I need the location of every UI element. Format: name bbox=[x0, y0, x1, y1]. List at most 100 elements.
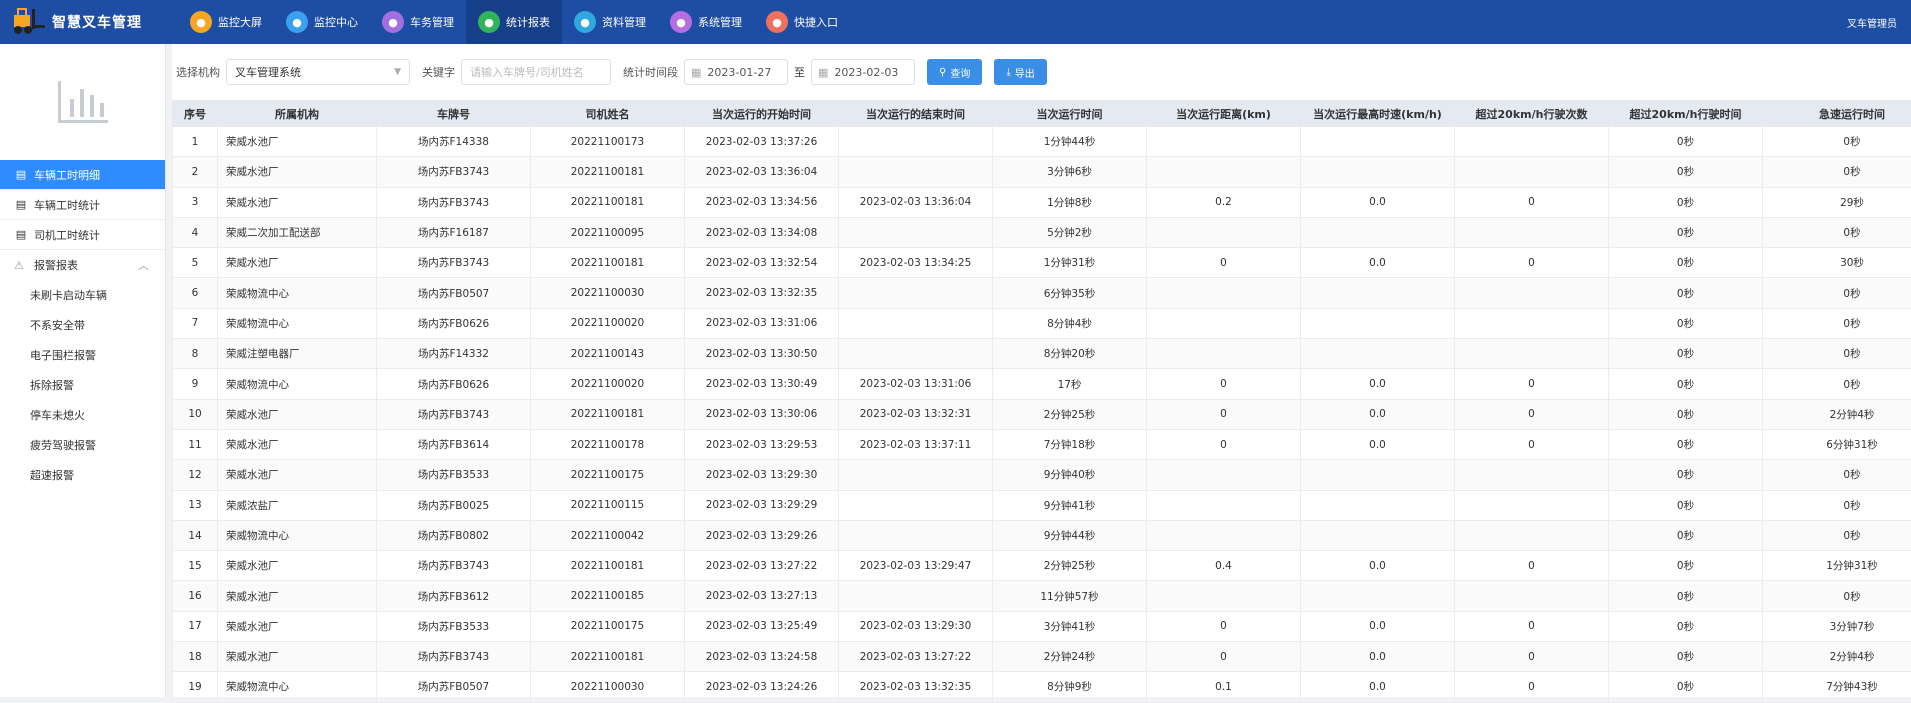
nav-item-label: 监控中心 bbox=[314, 14, 358, 30]
table-row[interactable]: 19荣威物流中心场内苏FB0507202211000302023-02-03 1… bbox=[173, 672, 1911, 702]
table-row[interactable]: 3荣威水池厂场内苏FB3743202211001812023-02-03 13:… bbox=[173, 187, 1911, 217]
table-cell: 荣威水池厂 bbox=[218, 611, 377, 641]
table-row[interactable]: 12荣威水池厂场内苏FB3533202211001752023-02-03 13… bbox=[173, 460, 1911, 490]
table-row[interactable]: 4荣威二次加工配送部场内苏F16187202211000952023-02-03… bbox=[173, 217, 1911, 247]
date-to-input[interactable]: ▦ 2023-02-03 bbox=[811, 59, 915, 85]
table-cell: 0秒 bbox=[1763, 581, 1911, 611]
sidebar-item-0[interactable]: ▤车辆工时明细 bbox=[0, 160, 165, 190]
nav-item-4[interactable]: ●资料管理 bbox=[562, 0, 658, 44]
table-row[interactable]: 2荣威水池厂场内苏FB3743202211001812023-02-03 13:… bbox=[173, 157, 1911, 187]
table-cell: 0秒 bbox=[1609, 369, 1763, 399]
table-row[interactable]: 17荣威水池厂场内苏FB3533202211001752023-02-03 13… bbox=[173, 611, 1911, 641]
column-header[interactable]: 超过20km/h行驶时间 bbox=[1609, 101, 1763, 127]
table-cell bbox=[1455, 157, 1609, 187]
nav-item-2[interactable]: ●车务管理 bbox=[370, 0, 466, 44]
table-cell: 3分钟6秒 bbox=[993, 157, 1147, 187]
table-cell: 0.0 bbox=[1301, 429, 1455, 459]
column-header[interactable]: 当次运行的开始时间 bbox=[685, 101, 839, 127]
table-cell: 8分钟20秒 bbox=[993, 339, 1147, 369]
nav-item-label: 车务管理 bbox=[410, 14, 454, 30]
sidebar-subitem-1[interactable]: 不系安全带 bbox=[0, 310, 165, 340]
table-cell: 场内苏F16187 bbox=[377, 217, 531, 247]
table-cell bbox=[839, 308, 993, 338]
table-row[interactable]: 1荣威水池厂场内苏F14338202211001732023-02-03 13:… bbox=[173, 127, 1911, 157]
table-cell: 荣威物流中心 bbox=[218, 308, 377, 338]
column-header[interactable]: 超过20km/h行驶次数 bbox=[1455, 101, 1609, 127]
table-row[interactable]: 9荣威物流中心场内苏FB0626202211000202023-02-03 13… bbox=[173, 369, 1911, 399]
table-cell: 荣威浓盐厂 bbox=[218, 490, 377, 520]
sidebar-subitem-5[interactable]: 疲劳驾驶报警 bbox=[0, 430, 165, 460]
sidebar-group-alarm[interactable]: ⚠报警报表 ︿ bbox=[0, 250, 165, 280]
nav-item-label: 系统管理 bbox=[698, 14, 742, 30]
table-cell: 0秒 bbox=[1763, 157, 1911, 187]
table-cell: 0秒 bbox=[1763, 217, 1911, 247]
table-cell: 2023-02-03 13:36:04 bbox=[839, 187, 993, 217]
column-header[interactable]: 所属机构 bbox=[218, 101, 377, 127]
nav-item-0[interactable]: ●监控大屏 bbox=[178, 0, 274, 44]
table-cell: 0.0 bbox=[1301, 611, 1455, 641]
sidebar-item-2[interactable]: ▤司机工时统计 bbox=[0, 220, 165, 250]
table-row[interactable]: 8荣威注塑电器厂场内苏F14332202211001432023-02-03 1… bbox=[173, 339, 1911, 369]
grid-icon: ● bbox=[766, 11, 788, 33]
column-header[interactable]: 当次运行的结束时间 bbox=[839, 101, 993, 127]
table-row[interactable]: 10荣威水池厂场内苏FB3743202211001812023-02-03 13… bbox=[173, 399, 1911, 429]
table-row[interactable]: 7荣威物流中心场内苏FB0626202211000202023-02-03 13… bbox=[173, 308, 1911, 338]
table-cell: 2023-02-03 13:25:49 bbox=[685, 611, 839, 641]
table-row[interactable]: 5荣威水池厂场内苏FB3743202211001812023-02-03 13:… bbox=[173, 248, 1911, 278]
nav-item-1[interactable]: ●监控中心 bbox=[274, 0, 370, 44]
table-cell: 场内苏F14338 bbox=[377, 127, 531, 157]
column-header[interactable]: 司机姓名 bbox=[531, 101, 685, 127]
table-cell: 2分钟24秒 bbox=[993, 642, 1147, 672]
table-cell bbox=[839, 217, 993, 247]
detail-table: 序号所属机构车牌号司机姓名当次运行的开始时间当次运行的结束时间当次运行时间当次运… bbox=[172, 100, 1911, 703]
nav-item-5[interactable]: ●系统管理 bbox=[658, 0, 754, 44]
table-cell: 场内苏FB3614 bbox=[377, 429, 531, 459]
column-header[interactable]: 序号 bbox=[173, 101, 218, 127]
table-cell bbox=[1301, 520, 1455, 550]
table-row[interactable]: 11荣威水池厂场内苏FB3614202211001782023-02-03 13… bbox=[173, 429, 1911, 459]
table-cell: 0.2 bbox=[1147, 187, 1301, 217]
nav-item-6[interactable]: ●快捷入口 bbox=[754, 0, 850, 44]
column-header[interactable]: 急速运行时间 bbox=[1763, 101, 1911, 127]
nav-item-3[interactable]: ●统计报表 bbox=[466, 0, 562, 44]
sidebar-subitem-3[interactable]: 拆除报警 bbox=[0, 370, 165, 400]
table-cell: 场内苏FB3743 bbox=[377, 187, 531, 217]
sidebar-subitem-4[interactable]: 停车未熄火 bbox=[0, 400, 165, 430]
app-logo[interactable]: 智慧叉车管理 bbox=[0, 0, 178, 44]
table-cell: 0.0 bbox=[1301, 672, 1455, 702]
table-cell: 20221100181 bbox=[531, 642, 685, 672]
table-row[interactable]: 16荣威水池厂场内苏FB3612202211001852023-02-03 13… bbox=[173, 581, 1911, 611]
sidebar-subitem-6[interactable]: 超速报警 bbox=[0, 460, 165, 490]
table-row[interactable]: 15荣威水池厂场内苏FB3743202211001812023-02-03 13… bbox=[173, 551, 1911, 581]
table-cell: 0 bbox=[1455, 429, 1609, 459]
column-header[interactable]: 当次运行距离(km) bbox=[1147, 101, 1301, 127]
sidebar-subitem-0[interactable]: 未刷卡启动车辆 bbox=[0, 280, 165, 310]
table-cell bbox=[1147, 278, 1301, 308]
column-header[interactable]: 当次运行时间 bbox=[993, 101, 1147, 127]
export-button[interactable]: ⤓ 导出 bbox=[994, 59, 1046, 85]
table-cell: 荣威水池厂 bbox=[218, 551, 377, 581]
table-cell: 2023-02-03 13:30:49 bbox=[685, 369, 839, 399]
table-cell: 20221100042 bbox=[531, 520, 685, 550]
column-header[interactable]: 当次运行最高时速(km/h) bbox=[1301, 101, 1455, 127]
table-cell: 0秒 bbox=[1763, 308, 1911, 338]
table-cell: 18 bbox=[173, 642, 218, 672]
keyword-input[interactable]: 请输入车牌号/司机姓名 bbox=[461, 59, 611, 85]
table-cell: 场内苏FB0626 bbox=[377, 308, 531, 338]
table-cell: 9分钟40秒 bbox=[993, 460, 1147, 490]
table-row[interactable]: 18荣威水池厂场内苏FB3743202211001812023-02-03 13… bbox=[173, 642, 1911, 672]
column-header[interactable]: 车牌号 bbox=[377, 101, 531, 127]
table-cell: 20221100115 bbox=[531, 490, 685, 520]
query-button[interactable]: ⚲ 查询 bbox=[927, 59, 982, 85]
user-menu[interactable]: 叉车管理员 bbox=[1847, 0, 1897, 44]
table-row[interactable]: 6荣威物流中心场内苏FB0507202211000302023-02-03 13… bbox=[173, 278, 1911, 308]
table-row[interactable]: 14荣威物流中心场内苏FB0802202211000422023-02-03 1… bbox=[173, 520, 1911, 550]
date-from-input[interactable]: ▦ 2023-01-27 bbox=[684, 59, 788, 85]
org-label: 选择机构 bbox=[176, 64, 220, 80]
sidebar-item-1[interactable]: ▤车辆工时统计 bbox=[0, 190, 165, 220]
org-select[interactable]: 叉车管理系统 ▼ bbox=[226, 59, 410, 85]
table-cell: 2023-02-03 13:31:06 bbox=[685, 308, 839, 338]
table-cell: 6分钟31秒 bbox=[1763, 429, 1911, 459]
table-row[interactable]: 13荣威浓盐厂场内苏FB0025202211001152023-02-03 13… bbox=[173, 490, 1911, 520]
sidebar-subitem-2[interactable]: 电子围栏报警 bbox=[0, 340, 165, 370]
